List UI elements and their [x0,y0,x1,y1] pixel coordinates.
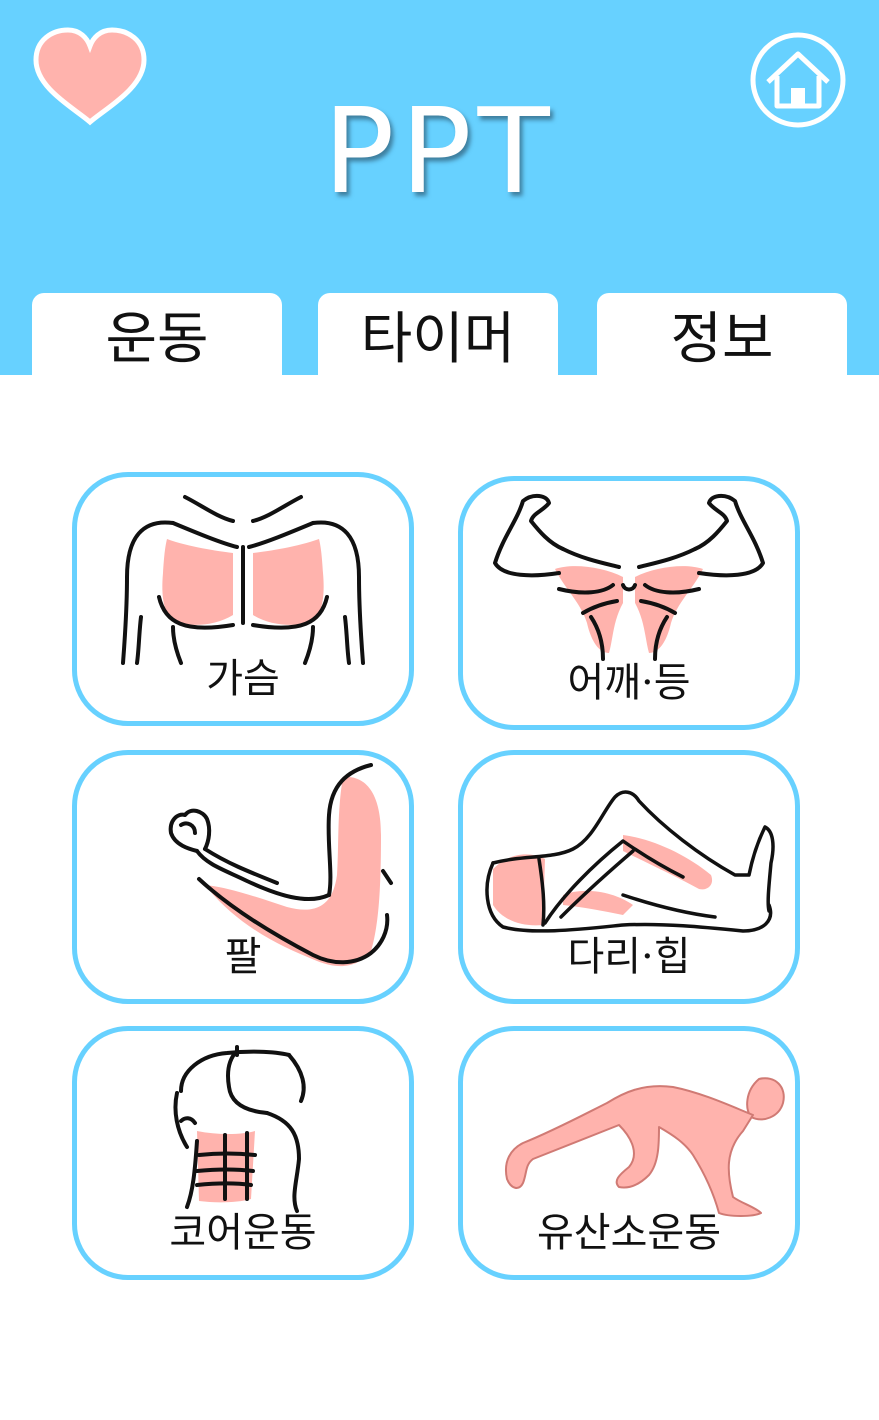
tab-info-label: 정보 [670,306,774,372]
tab-exercise-label: 운동 [105,306,209,372]
category-label: 어깨·등 [567,660,691,706]
tab-info[interactable]: 정보 [597,293,847,375]
tab-timer-label: 타이머 [360,306,516,372]
home-icon[interactable] [748,30,848,130]
category-core-button[interactable]: 코어운동 [72,1026,414,1280]
header-bar: PPT 운동 타이머 정보 [0,0,879,375]
category-label: 코어운동 [169,1210,317,1256]
tab-exercise[interactable]: 운동 [32,293,282,375]
category-chest-button[interactable]: 가슴 [72,472,414,726]
category-label: 유산소운동 [537,1210,721,1256]
category-cardio-button[interactable]: 유산소운동 [458,1026,800,1280]
category-shoulder-back-button[interactable]: 어깨·등 [458,476,800,730]
category-label: 다리·힙 [567,934,691,980]
tab-timer[interactable]: 타이머 [318,293,558,375]
category-label: 팔 [224,934,262,980]
category-arm-button[interactable]: 팔 [72,750,414,1004]
category-label: 가슴 [206,656,280,702]
category-leg-hip-button[interactable]: 다리·힙 [458,750,800,1004]
